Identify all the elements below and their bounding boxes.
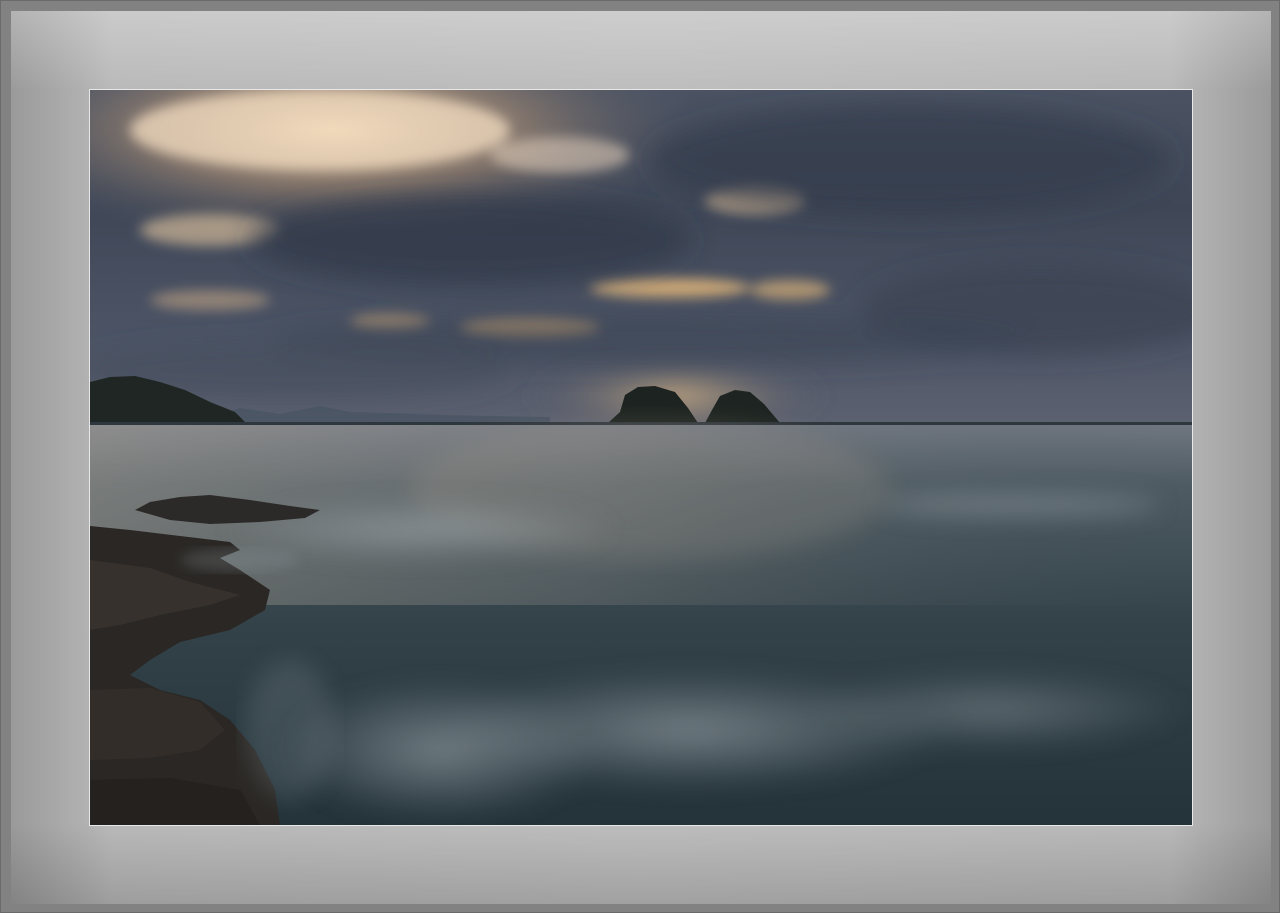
seascape-image (90, 90, 1192, 825)
seascape-photo (89, 89, 1193, 826)
outer-frame (0, 0, 1280, 913)
